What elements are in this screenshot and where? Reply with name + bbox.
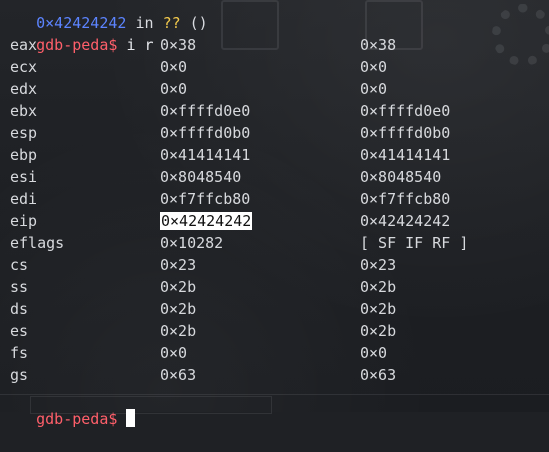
register-hex-value: 0×63 [160, 366, 197, 384]
register-row-ebx: ebx 0×ffffd0e0 0×ffffd0e0 [0, 100, 549, 122]
register-row-ds: ds 0×2b 0×2b [0, 298, 549, 320]
register-natural-value: 0×42424242 [360, 212, 451, 230]
register-natural-value: [ SF IF RF ] [360, 234, 469, 252]
register-name: edx [10, 80, 38, 98]
register-row-eip: eip 0×42424242 0×42424242 [0, 210, 549, 232]
register-hex-value: 0×38 [160, 36, 197, 54]
register-natural-value: 0×0 [360, 58, 388, 76]
gdb-prompt: gdb-peda$ [36, 410, 118, 428]
register-name: eax [10, 36, 38, 54]
register-row-gs: gs 0×63 0×63 [0, 364, 549, 386]
register-name: fs [10, 344, 29, 362]
command-line: gdb-peda$ i r [0, 12, 549, 54]
register-natural-value: 0×63 [360, 366, 397, 384]
register-name: ebx [10, 102, 38, 120]
register-row-eax: eax 0×38 0×38 [0, 34, 549, 56]
register-natural-value: 0×41414141 [360, 146, 451, 164]
register-row-es: es 0×2b 0×2b [0, 320, 549, 342]
register-natural-value: 0×ffffd0b0 [360, 124, 451, 142]
register-hex-value: 0×42424242 [160, 210, 253, 232]
register-row-esi: esi 0×8048540 0×8048540 [0, 166, 549, 188]
register-natural-value: 0×38 [360, 36, 397, 54]
register-name: es [10, 322, 29, 340]
register-hex-value: 0×10282 [160, 234, 224, 252]
register-natural-value: 0×2b [360, 278, 397, 296]
register-name: esp [10, 124, 38, 142]
register-natural-value: 0×f7ffcb80 [360, 190, 451, 208]
register-natural-value: 0×ffffd0e0 [360, 102, 451, 120]
register-hex-value: 0×0 [160, 344, 188, 362]
register-hex-value: 0×41414141 [160, 146, 251, 164]
register-row-fs: fs 0×0 0×0 [0, 342, 549, 364]
register-name: ebp [10, 146, 38, 164]
register-name: eip [10, 212, 38, 230]
register-hex-value: 0×0 [160, 58, 188, 76]
register-natural-value: 0×8048540 [360, 168, 442, 186]
register-row-ecx: ecx 0×0 0×0 [0, 56, 549, 78]
register-natural-value: 0×0 [360, 80, 388, 98]
register-hex-value: 0×ffffd0e0 [160, 102, 251, 120]
register-natural-value: 0×0 [360, 344, 388, 362]
register-name: ss [10, 278, 29, 296]
register-hex-value: 0×2b [160, 300, 197, 318]
register-row-ss: ss 0×2b 0×2b [0, 276, 549, 298]
register-natural-value: 0×23 [360, 256, 397, 274]
register-name: gs [10, 366, 29, 384]
register-hex-value: 0×23 [160, 256, 197, 274]
register-name: ds [10, 300, 29, 318]
register-hex-value: 0×0 [160, 80, 188, 98]
register-name: edi [10, 190, 38, 208]
register-row-cs: cs 0×23 0×23 [0, 254, 549, 276]
register-hex-value: 0×8048540 [160, 168, 242, 186]
register-hex-value: 0×2b [160, 278, 197, 296]
register-row-edx: edx 0×0 0×0 [0, 78, 549, 100]
register-hex-value: 0×2b [160, 322, 197, 340]
terminal-output[interactable]: 0×42424242 in ?? () gdb-peda$ i r eax 0×3… [0, 0, 549, 428]
register-natural-value: 0×2b [360, 300, 397, 318]
register-table: eax 0×38 0×38 ecx 0×0 0×0 edx 0×0 0×0 ebx 0×ffffd0… [0, 34, 549, 386]
register-name: cs [10, 256, 29, 274]
register-row-esp: esp 0×ffffd0b0 0×ffffd0b0 [0, 122, 549, 144]
register-name: ecx [10, 58, 38, 76]
register-row-ebp: ebp 0×41414141 0×41414141 [0, 144, 549, 166]
selected-eip-value: 0×42424242 [160, 212, 253, 230]
register-row-edi: edi 0×f7ffcb80 0×f7ffcb80 [0, 188, 549, 210]
register-hex-value: 0×f7ffcb80 [160, 190, 251, 208]
register-name: esi [10, 168, 38, 186]
previous-output-line: 0×42424242 in ?? () [0, 0, 549, 32]
register-row-eflags: eflags 0×10282 [ SF IF RF ] [0, 232, 549, 254]
register-name: eflags [10, 234, 65, 252]
active-prompt-line[interactable]: gdb-peda$ [0, 386, 549, 428]
register-hex-value: 0×ffffd0b0 [160, 124, 251, 142]
register-natural-value: 0×2b [360, 322, 397, 340]
